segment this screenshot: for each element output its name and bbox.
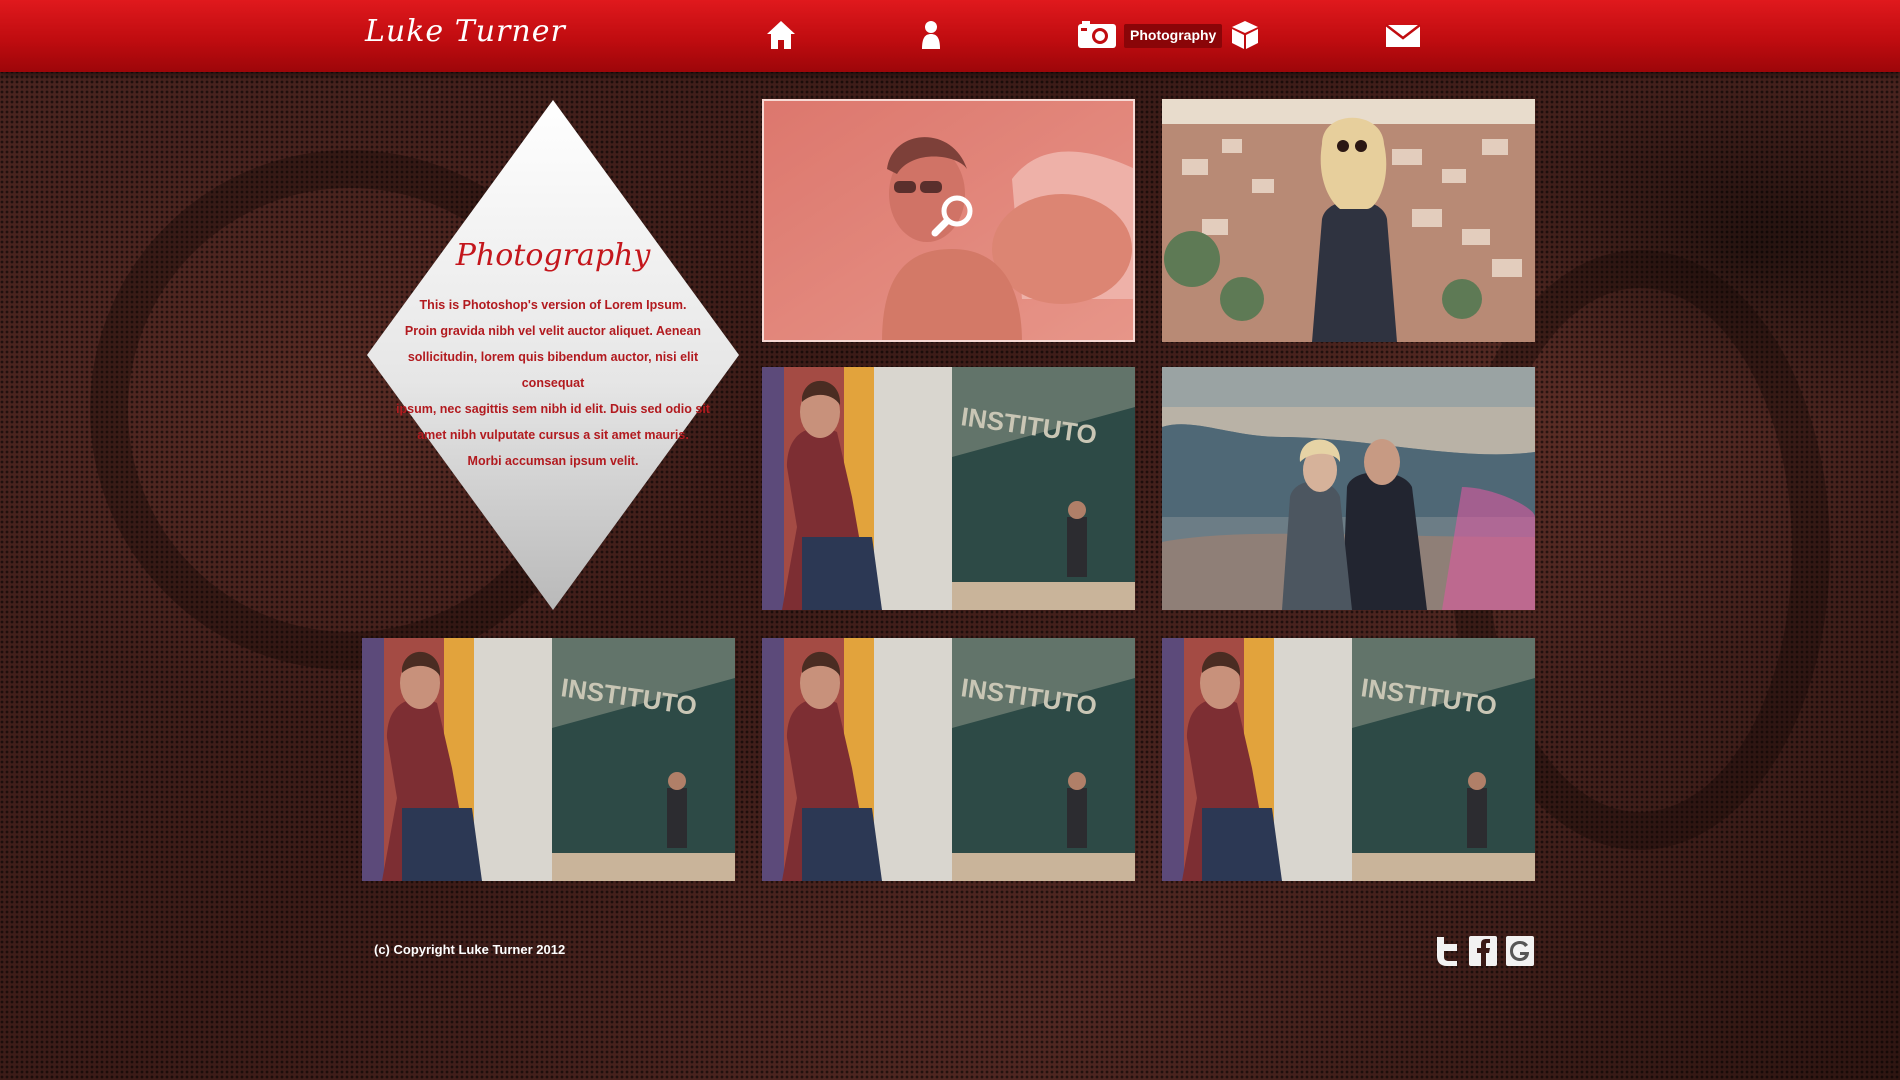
intro-line: sollicitudin, lorem quis bibendum auctor… [407, 350, 699, 390]
gallery-photo-woman-on-hillside[interactable] [1162, 99, 1535, 342]
facebook-icon[interactable] [1468, 935, 1498, 967]
google-icon[interactable] [1505, 935, 1535, 967]
intro-diamond: Photography This is Photoshop's version … [367, 100, 739, 610]
gallery-photo-couple-by-bay[interactable] [1162, 367, 1535, 610]
nav-label-photography[interactable]: Photography [1124, 24, 1223, 48]
mail-icon[interactable] [1384, 18, 1422, 52]
intro-text: This is Photoshop's version of Lorem Ips… [383, 292, 723, 474]
intro-title: Photography [455, 238, 651, 273]
copyright-text: (c) Copyright Luke Turner 2012 [374, 942, 566, 957]
gallery-photo-instituto-wall[interactable]: INSTITUTO [362, 638, 735, 881]
twitter-icon[interactable] [1433, 935, 1463, 967]
gallery-photo-instituto-wall[interactable]: INSTITUTO [762, 367, 1135, 610]
camera-icon[interactable] [1076, 18, 1118, 52]
magnifier-icon[interactable] [930, 193, 976, 239]
intro-line: ipsum, nec sagittis sem nibh id elit. Du… [396, 402, 710, 416]
intro-line: This is Photoshop's version of Lorem Ips… [419, 298, 687, 312]
gallery-photo-instituto-wall[interactable]: INSTITUTO [762, 638, 1135, 881]
box-icon[interactable] [1228, 18, 1262, 52]
site-logo[interactable]: Luke Turner [365, 14, 566, 49]
intro-line: Morbi accumsan ipsum velit. [467, 454, 639, 468]
home-icon[interactable] [764, 18, 798, 52]
gallery-photo-instituto-wall[interactable]: INSTITUTO [1162, 638, 1535, 881]
person-icon[interactable] [914, 18, 948, 52]
top-nav-bar: Luke Turner Photography [0, 0, 1900, 72]
intro-line: amet nibh vulputate cursus a sit amet ma… [417, 428, 689, 442]
intro-line: Proin gravida nibh vel velit auctor aliq… [404, 324, 702, 338]
gallery-photo-man-in-sunglasses[interactable] [762, 99, 1135, 342]
